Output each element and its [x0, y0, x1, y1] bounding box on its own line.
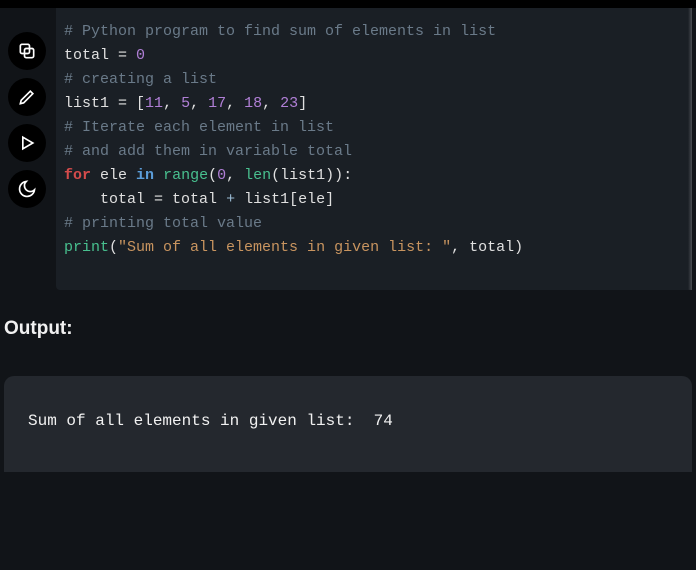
moon-icon: [17, 179, 37, 199]
code-comment: # creating a list: [64, 71, 217, 88]
code-ident: ele: [298, 191, 325, 208]
code-ident: total: [64, 47, 109, 64]
output-box: Sum of all elements in given list: 74: [4, 376, 692, 472]
scrollbar[interactable]: [688, 8, 692, 290]
copy-button[interactable]: [8, 32, 46, 70]
code-keyword: for: [64, 167, 91, 184]
code-op: =: [109, 95, 136, 112]
code-comment: # Iterate each element in list: [64, 119, 334, 136]
code-builtin: print: [64, 239, 109, 256]
code-ident: list1: [280, 167, 325, 184]
code-number: 0: [217, 167, 226, 184]
code-number: 17: [208, 95, 226, 112]
code-ident: total: [172, 191, 226, 208]
copy-icon: [17, 41, 37, 61]
code-paren: (: [271, 167, 280, 184]
code-op: =: [109, 47, 136, 64]
code-bracket: [: [136, 95, 145, 112]
code-number: 11: [145, 95, 163, 112]
code-op: =: [154, 191, 172, 208]
edit-button[interactable]: [8, 78, 46, 116]
code-op: +: [226, 191, 235, 208]
code-number: 5: [181, 95, 190, 112]
code-comment: # and add them in variable total: [64, 143, 352, 160]
code-string: "Sum of all elements in given list: ": [118, 239, 451, 256]
play-icon: [17, 133, 37, 153]
code-comma: ,: [226, 95, 244, 112]
code-ident: total: [100, 191, 154, 208]
code-colon: :: [343, 167, 352, 184]
toolbar: [8, 8, 56, 290]
code-paren: )): [325, 167, 343, 184]
code-comment: # Python program to find sum of elements…: [64, 23, 496, 40]
code-paren: (: [208, 167, 217, 184]
code-ident: list1: [64, 95, 109, 112]
output-label: Output:: [4, 318, 696, 340]
code-builtin: range: [163, 167, 208, 184]
code-number: 0: [136, 47, 145, 64]
code-bracket: ]: [298, 95, 307, 112]
code-space: [154, 167, 163, 184]
code-ident: list1: [244, 191, 289, 208]
top-tab-bar: [0, 0, 696, 8]
code-bracket: [: [289, 191, 298, 208]
code-builtin: len: [244, 167, 271, 184]
code-bracket: ]: [325, 191, 334, 208]
code-editor[interactable]: # Python program to find sum of elements…: [56, 8, 692, 290]
code-ident: ele: [91, 167, 136, 184]
run-button[interactable]: [8, 124, 46, 162]
code-comma: ,: [190, 95, 208, 112]
dark-mode-button[interactable]: [8, 170, 46, 208]
pencil-icon: [17, 87, 37, 107]
code-comma: ,: [226, 167, 244, 184]
editor-wrap: # Python program to find sum of elements…: [0, 8, 696, 290]
code-number: 18: [244, 95, 262, 112]
code-comma: ,: [262, 95, 280, 112]
code-number: 23: [280, 95, 298, 112]
code-paren: (: [109, 239, 118, 256]
code-space: [235, 191, 244, 208]
code-comma: ,: [451, 239, 469, 256]
code-ident: total: [469, 239, 514, 256]
code-comment: # printing total value: [64, 215, 262, 232]
code-paren: ): [514, 239, 523, 256]
output-section: Output: Sum of all elements in given lis…: [0, 290, 696, 472]
code-keyword: in: [136, 167, 154, 184]
code-comma: ,: [163, 95, 181, 112]
code-indent: [64, 191, 100, 208]
